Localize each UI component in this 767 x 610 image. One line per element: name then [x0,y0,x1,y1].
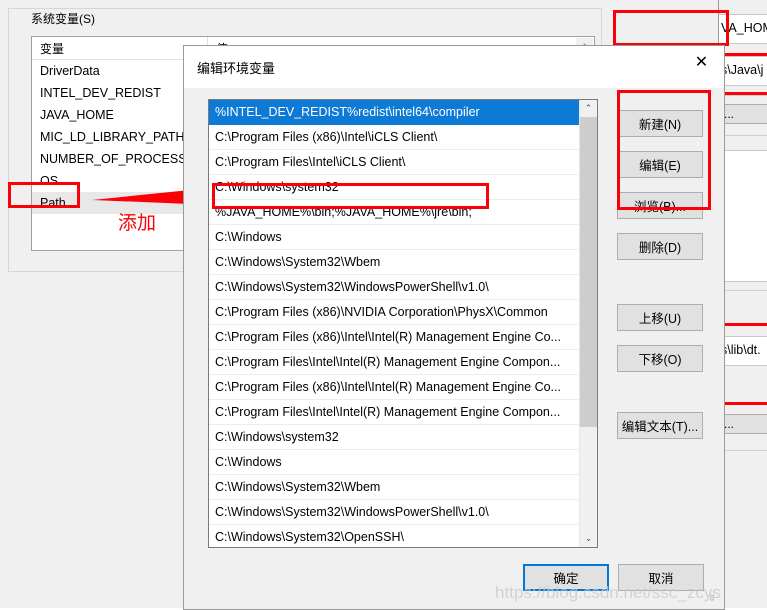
variable-name: MIC_LD_LIBRARY_PATH [40,130,185,144]
variable-name: JAVA_HOME [40,108,114,122]
variable-value-fragment-text-2: s\lib\dt. [721,343,761,357]
resize-grip-icon[interactable]: ⠿ [709,594,719,604]
delete-button[interactable]: 删除(D) [617,233,703,260]
annotation-box-java-home [613,10,729,46]
edit-text-button[interactable]: 编辑文本(T)... [617,412,703,439]
close-icon[interactable]: ✕ [679,46,724,76]
dialog-title: 编辑环境变量 [197,61,276,76]
annotation-line-4 [718,402,767,405]
list-item[interactable]: C:\Windows [209,225,580,250]
list-item[interactable]: C:\Program Files (x86)\Intel\iCLS Client… [209,125,580,150]
variable-value-field-fragment[interactable]: s\Java\j [719,56,767,86]
list-item[interactable]: %INTEL_DEV_REDIST%redist\intel64\compile… [209,100,580,125]
list-item[interactable]: C:\Program Files (x86)\NVIDIA Corporatio… [209,300,580,325]
list-item[interactable]: C:\Windows\system32 [209,425,580,450]
variable-name: NUMBER_OF_PROCESSORS [40,152,208,166]
annotation-box-path [8,182,80,208]
list-item[interactable]: C:\Program Files\Intel\Intel(R) Manageme… [209,350,580,375]
scrollbar-thumb[interactable] [580,117,597,427]
move-up-button[interactable]: 上移(U) [617,304,703,331]
annotation-line-2 [718,92,767,95]
annotation-line-1 [718,53,767,56]
list-item[interactable]: C:\Windows\System32\Wbem [209,250,580,275]
annotation-label-add: 添加 [118,212,157,234]
list-item[interactable]: C:\Windows\System32\OpenSSH\ [209,525,580,547]
column-header-variable[interactable]: 变量 [32,37,208,59]
annotation-box-java-home-entry [212,183,489,209]
scroll-down-icon[interactable]: ⌄ [580,530,597,547]
variable-name: DriverData [40,64,100,78]
ok-button[interactable]: 确定 [523,564,609,591]
annotation-box-buttons [617,90,711,210]
variable-value-fragment-text: s\Java\j [721,63,764,77]
system-variables-legend: 系统变量(S) [27,10,99,27]
scroll-up-icon[interactable]: ⌃ [580,100,597,117]
variable-name: INTEL_DEV_REDIST [40,86,161,100]
path-entries-listbox[interactable]: %INTEL_DEV_REDIST%redist\intel64\compile… [208,99,598,548]
browse-button-fragment-2[interactable]: )... [719,414,767,434]
list-item[interactable]: C:\Windows\System32\WindowsPowerShell\v1… [209,275,580,300]
background-panel-fragment [719,150,767,282]
cancel-button[interactable]: 取消 [618,564,704,591]
dialog-title-bar[interactable]: 编辑环境变量 ✕ [184,46,724,88]
move-down-button[interactable]: 下移(O) [617,345,703,372]
variable-value-field-fragment-2[interactable]: s\lib\dt. [719,336,767,366]
annotation-line-3 [718,323,767,326]
list-scrollbar[interactable]: ⌃ ⌄ [579,100,597,547]
path-entries-list: %INTEL_DEV_REDIST%redist\intel64\compile… [209,100,580,547]
list-item[interactable]: C:\Program Files\Intel\iCLS Client\ [209,150,580,175]
browse-button-fragment[interactable]: )... [719,104,767,124]
list-item[interactable]: C:\Program Files\Intel\Intel(R) Manageme… [209,400,580,425]
list-item[interactable]: C:\Program Files (x86)\Intel\Intel(R) Ma… [209,375,580,400]
list-item[interactable]: C:\Program Files (x86)\Intel\Intel(R) Ma… [209,325,580,350]
list-item[interactable]: C:\Windows [209,450,580,475]
list-item[interactable]: C:\Windows\System32\WindowsPowerShell\v1… [209,500,580,525]
list-item[interactable]: C:\Windows\System32\Wbem [209,475,580,500]
